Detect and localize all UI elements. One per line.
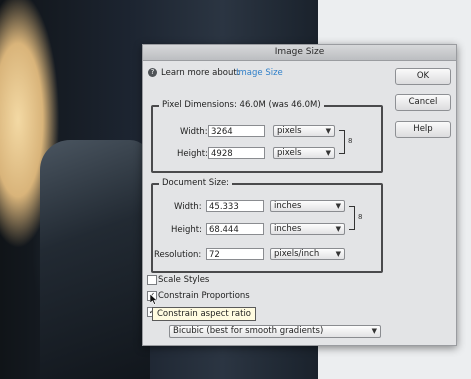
doc-height-input[interactable]: 68.444 [206, 223, 264, 235]
learn-more-label: Learn more about: [161, 68, 240, 78]
pixel-height-unit-value: pixels [277, 148, 302, 158]
scale-styles-label: Scale Styles [158, 275, 210, 285]
resolution-label: Resolution: [154, 250, 202, 260]
tooltip: Constrain aspect ratio [152, 307, 257, 321]
chevron-down-icon: ▼ [325, 127, 331, 135]
pixel-height-unit-select[interactable]: pixels ▼ [273, 147, 335, 159]
image-size-dialog: Image Size ? Learn more about: Image Siz… [142, 44, 457, 346]
resolution-unit-value: pixels/inch [274, 249, 320, 259]
pixel-width-unit-value: pixels [277, 126, 302, 136]
photo-jacket-area [40, 140, 150, 379]
chevron-down-icon: ▼ [371, 327, 377, 335]
info-icon: ? [148, 68, 157, 77]
pixel-link-bracket [339, 130, 345, 154]
resample-method-value: Bicubic (best for smooth gradients) [173, 326, 324, 336]
chevron-down-icon: ▼ [335, 225, 341, 233]
learn-more-link[interactable]: Image Size [236, 68, 283, 78]
pixel-width-unit-select[interactable]: pixels ▼ [273, 125, 335, 137]
pixel-dimensions-legend: Pixel Dimensions: 46.0M (was 46.0M) [159, 100, 324, 110]
doc-width-input[interactable]: 45.333 [206, 200, 264, 212]
ok-button[interactable]: OK [395, 68, 451, 85]
dialog-title: Image Size [143, 45, 456, 61]
doc-height-unit-value: inches [274, 224, 302, 234]
constrain-proportions-label: Constrain Proportions [158, 291, 250, 301]
document-link-bracket [349, 206, 355, 230]
resolution-input[interactable]: 72 [206, 248, 264, 260]
cancel-button[interactable]: Cancel [395, 94, 451, 111]
doc-width-unit-value: inches [274, 201, 302, 211]
doc-width-label: Width: [174, 202, 202, 212]
pixel-width-input[interactable]: 3264 [208, 125, 265, 137]
chain-link-icon: 8 [358, 213, 363, 221]
pixel-height-input[interactable]: 4928 [208, 147, 265, 159]
doc-height-label: Height: [171, 225, 202, 235]
doc-height-unit-select[interactable]: inches ▼ [270, 223, 345, 235]
chevron-down-icon: ▼ [335, 250, 341, 258]
doc-width-unit-select[interactable]: inches ▼ [270, 200, 345, 212]
resample-method-select[interactable]: Bicubic (best for smooth gradients) ▼ [169, 325, 381, 338]
document-size-legend: Document Size: [159, 178, 233, 188]
scale-styles-checkbox[interactable] [147, 275, 157, 285]
pixel-width-label: Width: [180, 127, 208, 137]
pixel-height-label: Height: [177, 149, 208, 159]
chevron-down-icon: ▼ [325, 149, 331, 157]
chevron-down-icon: ▼ [335, 202, 341, 210]
chain-link-icon: 8 [348, 137, 353, 145]
help-button[interactable]: Help [395, 121, 451, 138]
resolution-unit-select[interactable]: pixels/inch ▼ [270, 248, 345, 260]
